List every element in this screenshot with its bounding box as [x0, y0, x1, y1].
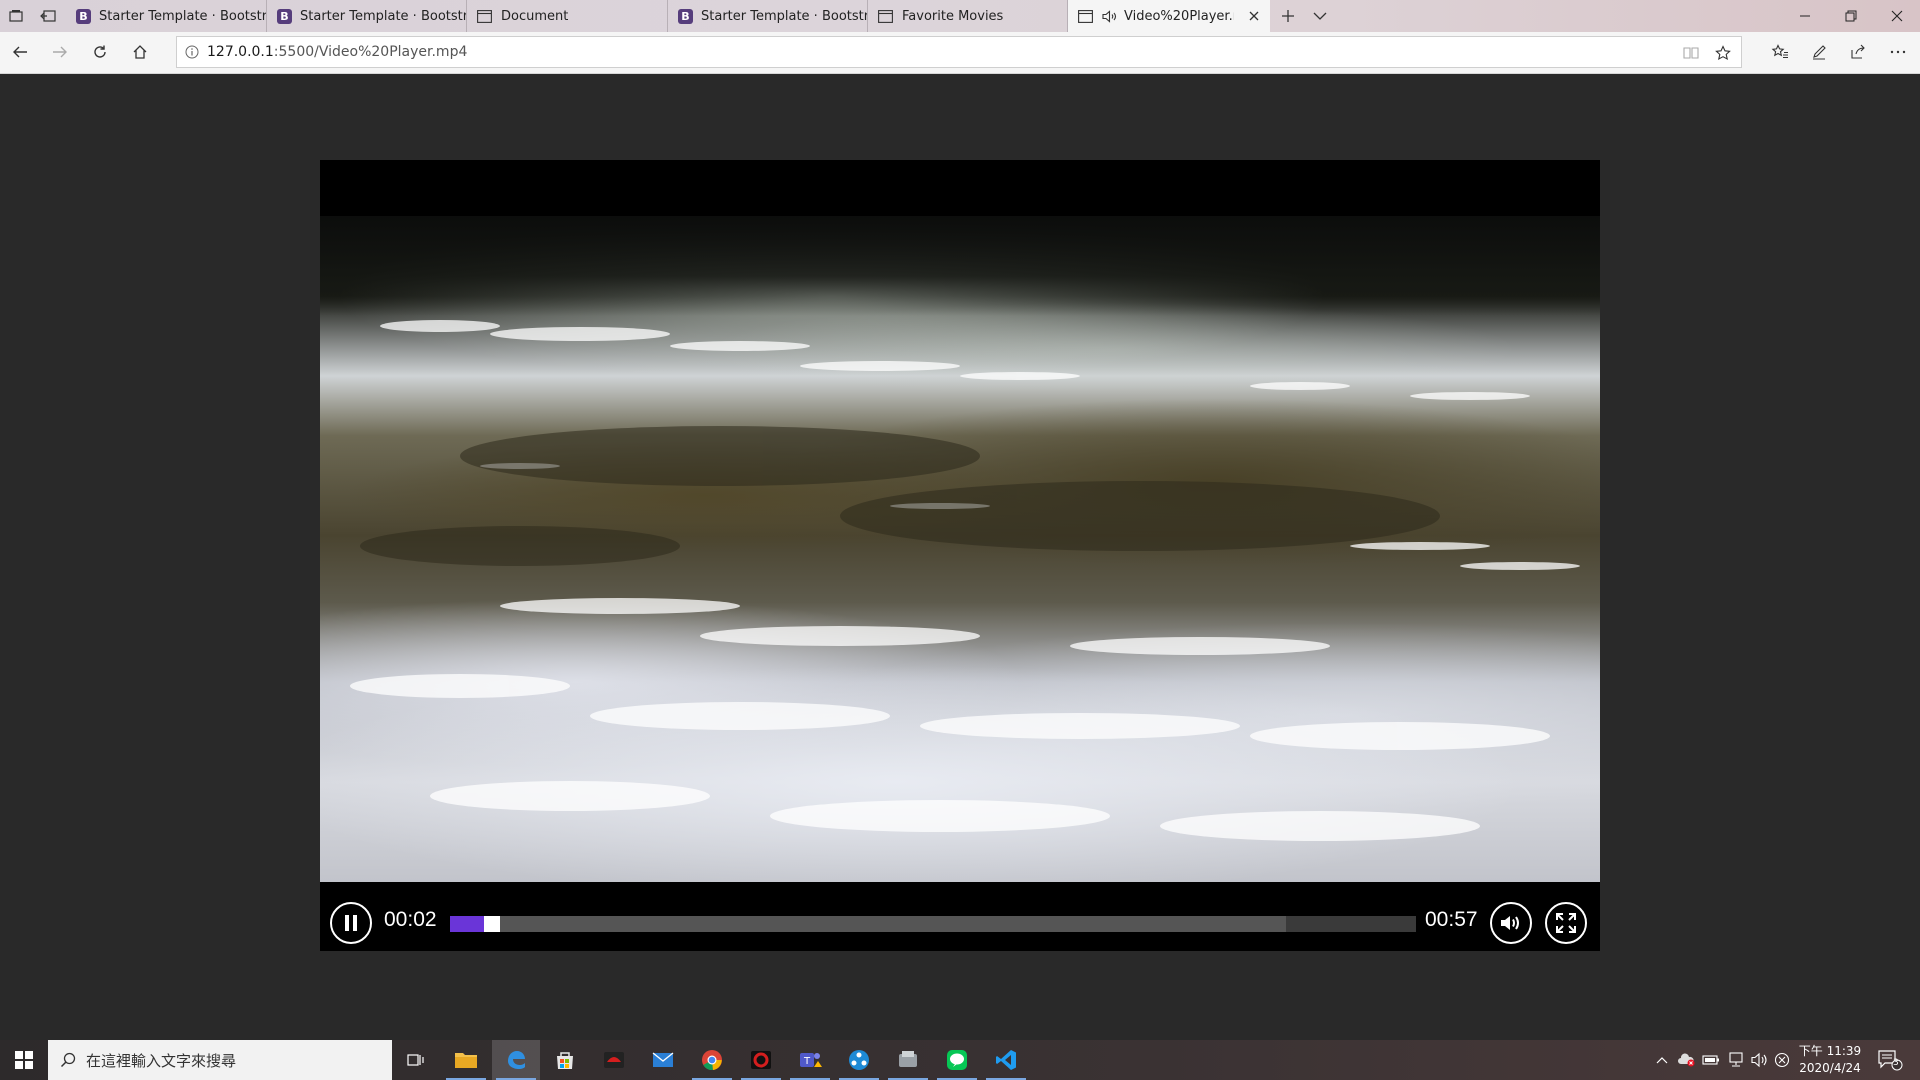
pause-button[interactable] [330, 902, 372, 944]
tab-label: Document [501, 8, 569, 24]
taskbar-search-box[interactable]: 在這裡輸入文字來搜尋 [48, 1040, 392, 1080]
current-time: 00:02 [384, 908, 437, 931]
bootstrap-icon: B [277, 8, 292, 24]
tab-preview-chevron-icon[interactable] [1306, 0, 1334, 32]
pause-icon [345, 915, 357, 931]
url-text[interactable]: 127.0.0.1:5500/Video%20Player.mp4 [207, 44, 467, 60]
chrome-icon[interactable] [688, 1040, 736, 1080]
bootstrap-icon: B [76, 8, 91, 24]
close-window-icon[interactable] [1874, 0, 1920, 32]
input-method-icon[interactable] [1772, 1050, 1792, 1070]
seek-thumb[interactable] [483, 916, 500, 932]
video-player[interactable]: 00:02 00:57 [320, 160, 1600, 951]
more-options-icon[interactable] [1882, 36, 1914, 68]
search-icon [60, 1052, 76, 1068]
gray-app-icon[interactable] [884, 1040, 932, 1080]
vscode-icon[interactable] [982, 1040, 1030, 1080]
page-icon [477, 9, 492, 23]
url-host: 127.0.0.1 [207, 44, 274, 60]
teams-icon[interactable]: T [786, 1040, 834, 1080]
fullscreen-button[interactable] [1545, 902, 1587, 944]
edge-browser-icon[interactable] [492, 1040, 540, 1080]
bootstrap-icon: B [678, 8, 693, 24]
url-path: :5500/Video%20Player.mp4 [273, 44, 468, 60]
search-placeholder: 在這裡輸入文字來搜尋 [86, 1051, 237, 1070]
refresh-icon[interactable] [84, 36, 116, 68]
tab-label: Video%20Player.mp [1124, 8, 1234, 24]
network-icon[interactable] [1726, 1050, 1746, 1070]
minimize-icon[interactable] [1782, 0, 1828, 32]
reading-view-icon[interactable] [1681, 43, 1701, 63]
seek-played [450, 916, 484, 932]
windows-start-icon[interactable] [0, 1040, 48, 1080]
browser-toolbar: 127.0.0.1:5500/Video%20Player.mp4 [0, 32, 1920, 74]
taskbar-clock[interactable]: 下午 11:39 2020/4/24 [1790, 1043, 1870, 1077]
player-controls: 00:02 00:57 [320, 894, 1600, 951]
speaker-icon[interactable] [1750, 1050, 1770, 1070]
set-tabs-aside-icon[interactable] [34, 0, 62, 32]
microsoft-store-icon[interactable] [541, 1040, 589, 1080]
forward-icon[interactable] [44, 36, 76, 68]
tab-favorite-movies[interactable]: Favorite Movies [868, 0, 1068, 32]
page-icon [878, 9, 893, 23]
tab-document[interactable]: Document [467, 0, 668, 32]
tab-starter-template-1[interactable]: B Starter Template · Bootstrap [66, 0, 267, 32]
home-icon[interactable] [124, 36, 156, 68]
show-hidden-icons-chevron-icon[interactable] [1652, 1050, 1672, 1070]
line-icon[interactable] [933, 1040, 981, 1080]
favorites-list-icon[interactable] [1764, 36, 1796, 68]
file-explorer-icon[interactable] [442, 1040, 490, 1080]
taskbar: 在這裡輸入文字來搜尋 T 下午 11:39 2020/4/24 3 [0, 1040, 1920, 1080]
action-center-icon[interactable]: 3 [1876, 1049, 1904, 1071]
tab-strip: B Starter Template · Bootstrap B Starter… [0, 0, 1920, 32]
svg-text:T: T [803, 1056, 811, 1067]
clock-time: 下午 11:39 [1798, 1044, 1862, 1058]
clock-date: 2020/4/24 [1799, 1061, 1861, 1075]
page-icon [1078, 9, 1093, 23]
water-surface-image [350, 320, 1580, 841]
tab-label: Starter Template · Bootstrap [300, 8, 466, 24]
new-tab-icon[interactable] [1274, 0, 1302, 32]
tab-label: Starter Template · Bootstrap [701, 8, 867, 24]
video-frame[interactable] [320, 216, 1600, 882]
tab-label: Starter Template · Bootstrap [99, 8, 266, 24]
duration: 00:57 [1425, 908, 1478, 931]
onedrive-error-icon[interactable] [1676, 1050, 1696, 1070]
address-bar[interactable]: 127.0.0.1:5500/Video%20Player.mp4 [176, 36, 1742, 68]
close-tab-icon[interactable] [1246, 8, 1262, 24]
mail-icon[interactable] [639, 1040, 687, 1080]
tab-label: Favorite Movies [902, 8, 1004, 24]
blue-round-app-icon[interactable] [835, 1040, 883, 1080]
site-info-icon[interactable] [185, 45, 199, 59]
volume-icon [1501, 916, 1519, 930]
task-view-icon[interactable] [392, 1040, 440, 1080]
notification-count: 3 [1893, 1058, 1899, 1068]
fullscreen-icon [1556, 913, 1576, 933]
favorite-star-icon[interactable] [1713, 43, 1733, 63]
audio-playing-icon[interactable] [1102, 9, 1118, 23]
battery-icon[interactable] [1701, 1050, 1721, 1070]
share-icon[interactable] [1842, 36, 1874, 68]
back-icon[interactable] [4, 36, 36, 68]
add-notes-icon[interactable] [1803, 36, 1835, 68]
restore-icon[interactable] [1828, 0, 1874, 32]
seek-buffered [450, 916, 1286, 932]
tab-starter-template-2[interactable]: B Starter Template · Bootstrap [267, 0, 467, 32]
tab-video-player[interactable]: Video%20Player.mp [1068, 0, 1270, 32]
tab-starter-template-3[interactable]: B Starter Template · Bootstrap [668, 0, 868, 32]
volume-button[interactable] [1490, 902, 1532, 944]
tab-actions-icon[interactable] [2, 0, 30, 32]
black-red-app-icon[interactable] [737, 1040, 785, 1080]
red-app-icon[interactable] [590, 1040, 638, 1080]
seek-bar[interactable] [450, 916, 1416, 932]
